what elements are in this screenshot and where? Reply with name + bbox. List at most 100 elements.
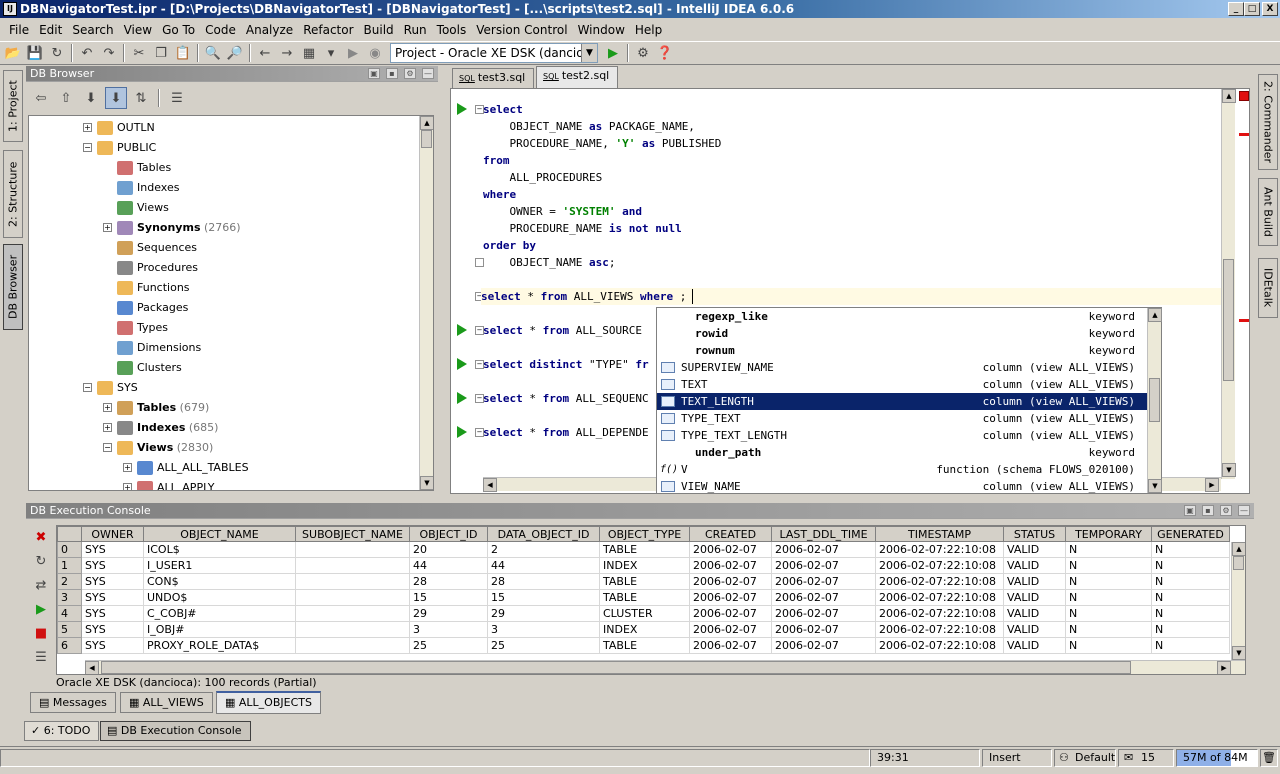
tool-window-button[interactable]: ✓ 6: TODO bbox=[24, 721, 100, 741]
table-row[interactable]: 2 SYS CON$ 28 28 TABLE 2006-02-07 2006-02-07 200… bbox=[57, 573, 1230, 590]
menu-item-code[interactable]: Code bbox=[200, 23, 241, 37]
column-header[interactable]: OBJECT_TYPE bbox=[599, 526, 690, 542]
close-result-icon[interactable]: ✖ bbox=[30, 525, 52, 549]
gc-trash-icon[interactable]: 🗑 bbox=[1260, 749, 1278, 767]
table-cell[interactable]: N bbox=[1065, 557, 1152, 574]
settings-icon[interactable]: ⚙ bbox=[632, 42, 654, 64]
structure-icon[interactable]: ▦ bbox=[298, 42, 320, 64]
run-statement-icon[interactable] bbox=[457, 103, 467, 115]
table-cell[interactable]: 29 bbox=[409, 605, 488, 622]
table-cell[interactable]: 2006-02-07 bbox=[771, 589, 876, 606]
table-cell[interactable]: 2006-02-07:22:10:08 bbox=[875, 637, 1004, 654]
table-cell[interactable]: 29 bbox=[487, 605, 600, 622]
table-cell[interactable]: 2006-02-07 bbox=[689, 637, 772, 654]
tab-idetalk[interactable]: IDEtalk bbox=[1258, 258, 1278, 318]
insert-mode[interactable]: Insert bbox=[982, 749, 1052, 767]
completion-item[interactable]: rowid keyword bbox=[657, 325, 1147, 342]
table-cell[interactable]: N bbox=[1065, 637, 1152, 654]
table-row[interactable]: 6 SYS PROXY_ROLE_DATA$ 25 25 TABLE 2006-02-07 2… bbox=[57, 637, 1230, 654]
table-cell[interactable]: CLUSTER bbox=[599, 605, 690, 622]
collapse-icon[interactable]: − bbox=[83, 383, 92, 392]
scroll-left-icon[interactable]: ◀ bbox=[483, 478, 497, 492]
navigate-up-icon[interactable]: ⇧ bbox=[55, 87, 77, 109]
table-cell[interactable]: N bbox=[1151, 541, 1230, 558]
table-cell[interactable]: C_COBJ# bbox=[143, 605, 296, 622]
find-icon[interactable]: 🔍 bbox=[202, 42, 224, 64]
result-grid[interactable]: OWNER OBJECT_NAME SUBOBJECT_NAME OBJECT_ID D… bbox=[56, 525, 1246, 675]
column-header[interactable]: OBJECT_ID bbox=[409, 526, 488, 542]
code-line[interactable]: PROCEDURE_NAME is not null bbox=[483, 220, 681, 237]
menu-item-refactor[interactable]: Refactor bbox=[298, 23, 358, 37]
code-line[interactable]: select distinct "TYPE" fr bbox=[483, 356, 649, 373]
tree-node[interactable]: Functions bbox=[117, 278, 190, 298]
table-cell[interactable]: 2 bbox=[487, 541, 600, 558]
column-header[interactable] bbox=[57, 526, 82, 542]
table-cell[interactable]: N bbox=[1151, 557, 1230, 574]
table-cell[interactable]: SYS bbox=[81, 621, 144, 638]
code-line[interactable]: select bbox=[483, 101, 523, 118]
table-cell[interactable]: SYS bbox=[81, 605, 144, 622]
completion-item[interactable]: TEXT_LENGTH column (view ALL_VIEWS) bbox=[657, 393, 1147, 410]
db-object-tree[interactable]: + OUTLN − PUBLIC Tables Indexes Views + Synonyms… bbox=[28, 115, 434, 491]
chevron-down-icon[interactable]: ▼ bbox=[581, 44, 597, 62]
code-line[interactable]: select * from ALL_SOURCE bbox=[483, 322, 642, 339]
expand-icon[interactable]: + bbox=[103, 403, 112, 412]
scroll-down-icon[interactable]: ▼ bbox=[420, 476, 433, 490]
column-header[interactable]: LAST_DDL_TIME bbox=[771, 526, 876, 542]
code-line[interactable]: OWNER = 'SYSTEM' and bbox=[483, 203, 641, 220]
row-number[interactable]: 3 bbox=[57, 589, 82, 606]
tool-window-button[interactable]: ▤ DB Execution Console bbox=[100, 721, 251, 741]
table-cell[interactable]: N bbox=[1151, 637, 1230, 654]
table-cell[interactable]: CON$ bbox=[143, 573, 296, 590]
scroll-up-icon[interactable]: ▲ bbox=[1222, 89, 1236, 103]
navigate-back-icon[interactable]: ⇦ bbox=[30, 87, 52, 109]
table-cell[interactable]: 2006-02-07 bbox=[689, 557, 772, 574]
tree-node[interactable]: Indexes bbox=[117, 178, 179, 198]
completion-item[interactable]: TYPE_TEXT column (view ALL_VIEWS) bbox=[657, 410, 1147, 427]
table-cell[interactable]: INDEX bbox=[599, 557, 690, 574]
reload-icon[interactable]: ↻ bbox=[30, 549, 52, 573]
table-cell[interactable]: 25 bbox=[487, 637, 600, 654]
table-cell[interactable] bbox=[295, 573, 410, 590]
code-line[interactable]: where bbox=[483, 186, 516, 203]
result-tab[interactable]: ▦ ALL_VIEWS bbox=[120, 692, 213, 713]
tree-node[interactable]: Procedures bbox=[117, 258, 198, 278]
filter-icon[interactable]: ☰ bbox=[166, 87, 188, 109]
row-number[interactable]: 1 bbox=[57, 557, 82, 574]
table-cell[interactable]: 25 bbox=[409, 637, 488, 654]
tab-ant-build[interactable]: Ant Build bbox=[1258, 178, 1278, 246]
expand-icon[interactable]: + bbox=[123, 483, 132, 490]
help-icon[interactable]: ❓ bbox=[654, 42, 676, 64]
tree-vertical-scrollbar[interactable]: ▲ ▼ bbox=[419, 116, 433, 490]
scroll-thumb[interactable] bbox=[1233, 556, 1244, 570]
cut-icon[interactable]: ✂ bbox=[128, 42, 150, 64]
expand-icon[interactable]: + bbox=[83, 123, 92, 132]
dropdown-icon[interactable]: ▾ bbox=[320, 42, 342, 64]
table-cell[interactable]: I_OBJ# bbox=[143, 621, 296, 638]
table-cell[interactable]: 2006-02-07 bbox=[689, 573, 772, 590]
tree-node[interactable]: ALL_ALL_TABLES bbox=[137, 458, 249, 478]
sync-icon[interactable]: ↻ bbox=[46, 42, 68, 64]
table-cell[interactable]: N bbox=[1151, 573, 1230, 590]
table-cell[interactable]: 2006-02-07:22:10:08 bbox=[875, 621, 1004, 638]
scroll-up-icon[interactable]: ▲ bbox=[1148, 308, 1162, 322]
table-row[interactable]: 5 SYS I_OBJ# 3 3 INDEX 2006-02-07 2006-02-07 200… bbox=[57, 621, 1230, 638]
execute-icon[interactable]: ▶ bbox=[30, 597, 52, 621]
collapse-all-icon[interactable]: ⇅ bbox=[130, 87, 152, 109]
tree-node[interactable]: Tables (679) bbox=[117, 398, 209, 418]
copy-icon[interactable]: ❐ bbox=[150, 42, 172, 64]
tree-node[interactable]: ALL_APPLY bbox=[137, 478, 214, 490]
table-cell[interactable] bbox=[295, 557, 410, 574]
table-cell[interactable]: N bbox=[1065, 573, 1152, 590]
row-number[interactable]: 5 bbox=[57, 621, 82, 638]
column-header[interactable]: TIMESTAMP bbox=[875, 526, 1004, 542]
table-cell[interactable] bbox=[295, 637, 410, 654]
table-cell[interactable]: 3 bbox=[487, 621, 600, 638]
pin-icon[interactable]: ▪ bbox=[1202, 505, 1214, 516]
scroll-thumb[interactable] bbox=[421, 130, 432, 148]
column-header[interactable]: SUBOBJECT_NAME bbox=[295, 526, 410, 542]
expand-icon[interactable]: + bbox=[123, 463, 132, 472]
table-cell[interactable]: 15 bbox=[487, 589, 600, 606]
table-row[interactable]: 0 SYS ICOL$ 20 2 TABLE 2006-02-07 2006-02-07 200… bbox=[57, 541, 1230, 558]
table-cell[interactable]: TABLE bbox=[599, 541, 690, 558]
